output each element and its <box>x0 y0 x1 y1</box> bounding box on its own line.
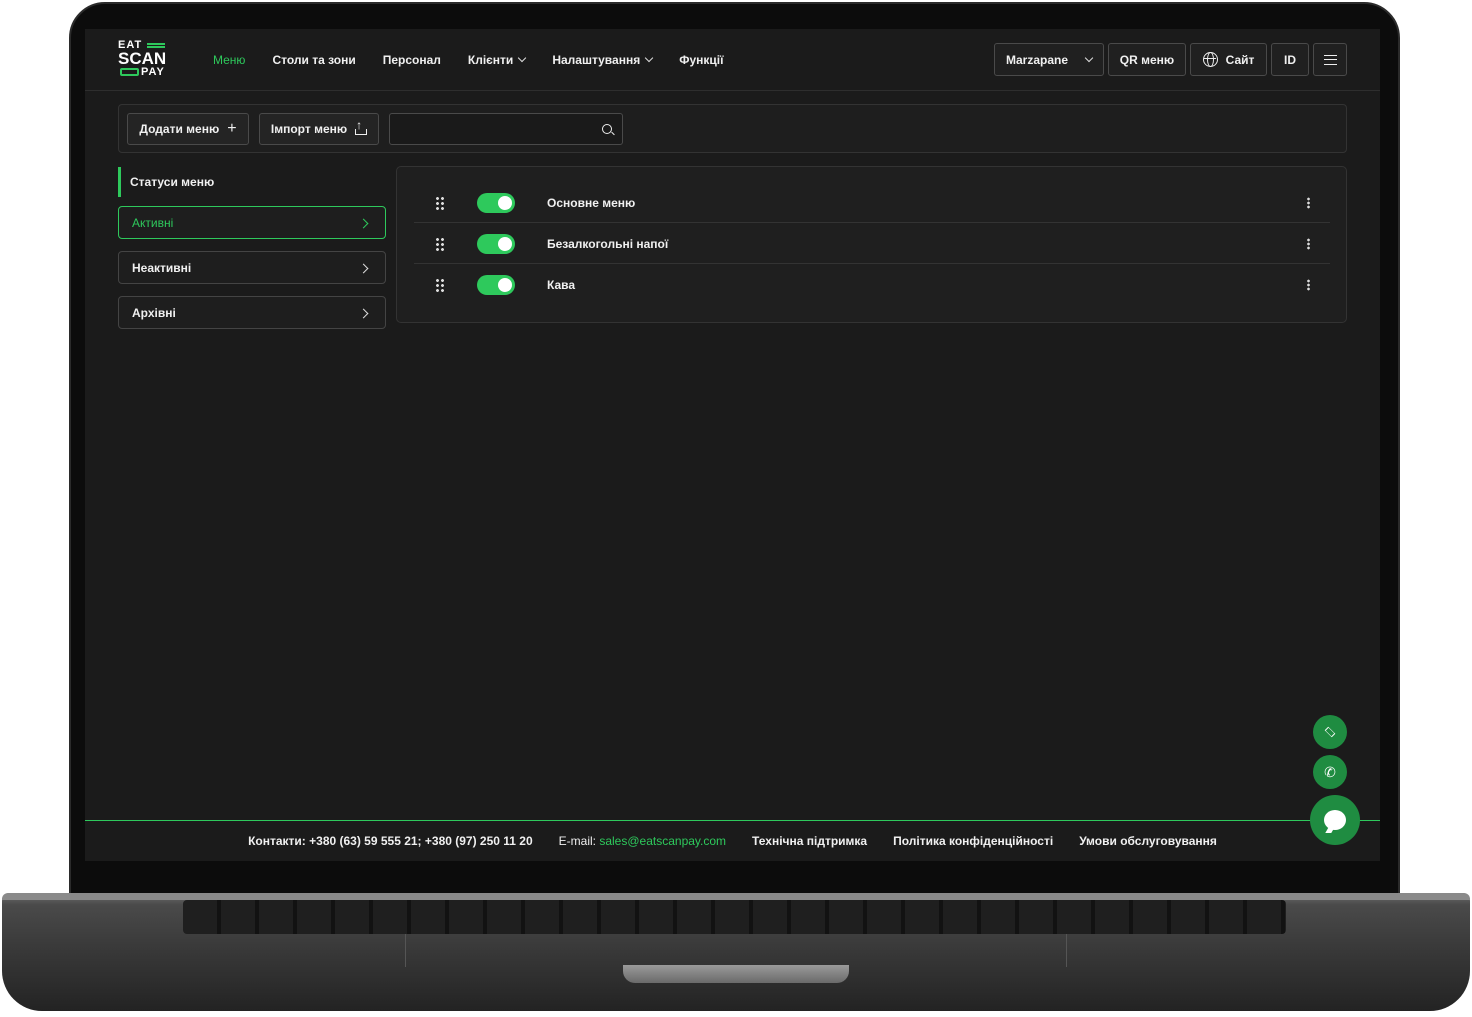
hamburger-icon <box>1323 54 1337 65</box>
app-screen: EAT SCAN PAY Меню Столи та зони Персонал… <box>85 29 1380 861</box>
add-menu-button[interactable]: Додати меню + <box>127 113 249 145</box>
site-label: Сайт <box>1225 52 1255 67</box>
laptop-trackpad <box>405 934 1067 967</box>
nav-item-settings[interactable]: Налаштування <box>552 53 654 67</box>
import-menu-label: Імпорт меню <box>270 122 348 136</box>
chat-button[interactable] <box>1310 795 1360 845</box>
menu-name[interactable]: Кава <box>547 278 575 292</box>
id-button[interactable]: ID <box>1271 43 1309 76</box>
more-options-icon[interactable] <box>1307 238 1310 250</box>
chat-bubble-icon <box>1324 810 1346 830</box>
menu-statuses-title: Статуси меню <box>118 167 386 197</box>
chevron-right-icon <box>358 308 369 319</box>
plus-icon: + <box>227 120 237 137</box>
nav-label: Клієнти <box>467 53 514 67</box>
chevron-right-icon <box>358 263 369 274</box>
menu-toolbar: Додати меню + Імпорт меню <box>118 104 1347 153</box>
main-nav: Меню Столи та зони Персонал Клієнти Нала… <box>213 29 750 91</box>
site-button[interactable]: Сайт <box>1190 43 1267 76</box>
laptop-keyboard <box>183 900 1286 934</box>
qr-menu-button[interactable]: QR меню <box>1108 43 1186 76</box>
menu-toggle-switch[interactable] <box>477 275 515 295</box>
search-field[interactable] <box>389 113 623 145</box>
phone-icon: ✆ <box>1324 763 1336 780</box>
logo-fork-icon <box>147 43 165 48</box>
nav-item-tables[interactable]: Столи та зони <box>272 53 355 67</box>
menu-row: Кава <box>414 265 1330 305</box>
footer-terms-link[interactable]: Умови обслуговування <box>1079 834 1217 848</box>
nav-label: Функції <box>679 53 724 67</box>
menu-toggle-switch[interactable] <box>477 193 515 213</box>
footer-email-link[interactable]: sales@eatscanpay.com <box>599 834 726 848</box>
laptop-base-edge <box>2 893 1470 900</box>
footer: Контакти: +380 (63) 59 555 21; +380 (97)… <box>85 820 1380 861</box>
status-label: Активні <box>132 215 174 230</box>
more-options-icon[interactable] <box>1307 197 1310 209</box>
nav-item-functions[interactable]: Функції <box>679 53 723 67</box>
chevron-down-icon <box>1084 53 1094 62</box>
search-icon[interactable] <box>602 124 612 134</box>
nav-label: Меню <box>213 53 246 67</box>
logo-card-icon <box>120 68 139 76</box>
drag-handle-icon[interactable] <box>435 196 444 210</box>
globe-icon <box>1202 52 1218 67</box>
call-button[interactable]: ✆ <box>1313 755 1347 789</box>
menu-name[interactable]: Безалкогольні напої <box>547 237 668 251</box>
status-item-active[interactable]: Активні <box>118 206 386 239</box>
search-input[interactable] <box>390 114 590 144</box>
footer-privacy-link[interactable]: Політика конфіденційності <box>893 834 1053 848</box>
drag-handle-icon[interactable] <box>435 237 444 251</box>
chevron-down-icon <box>644 53 654 63</box>
chevron-right-icon <box>358 218 369 229</box>
laptop-notch <box>623 965 849 983</box>
menu-list-panel: Основне меню Безалкогольні напої Кава <box>396 166 1347 323</box>
graduation-cap-icon <box>1324 728 1336 736</box>
venue-label: Marzapane <box>1005 52 1069 67</box>
nav-label: Налаштування <box>552 53 641 67</box>
nav-item-staff[interactable]: Персонал <box>383 53 441 67</box>
menu-toggle-switch[interactable] <box>477 234 515 254</box>
menu-row: Безалкогольні напої <box>414 224 1330 264</box>
status-item-inactive[interactable]: Неактивні <box>118 251 386 284</box>
tutorial-button[interactable] <box>1313 715 1347 749</box>
chevron-down-icon <box>518 53 527 63</box>
more-options-icon[interactable] <box>1307 279 1310 291</box>
hamburger-menu-button[interactable] <box>1313 43 1347 76</box>
nav-item-clients[interactable]: Клієнти <box>467 53 527 67</box>
menu-row: Основне меню <box>414 183 1330 223</box>
nav-item-menu[interactable]: Меню <box>213 53 245 67</box>
footer-email-label: E-mail: <box>558 834 596 848</box>
footer-contacts: Контакти: +380 (63) 59 555 21; +380 (97)… <box>248 834 533 848</box>
nav-label: Столи та зони <box>272 53 356 67</box>
status-label: Архівні <box>132 305 176 320</box>
drag-handle-icon[interactable] <box>435 278 444 292</box>
venue-select[interactable]: Marzapane <box>994 43 1104 76</box>
nav-label: Персонал <box>382 53 441 67</box>
add-menu-label: Додати меню <box>139 122 220 136</box>
eatscanpay-logo[interactable]: EAT SCAN PAY <box>118 40 170 80</box>
footer-support-link[interactable]: Технічна підтримка <box>752 834 867 848</box>
id-label: ID <box>1284 52 1296 67</box>
menu-name[interactable]: Основне меню <box>547 196 635 210</box>
status-label: Неактивні <box>132 260 192 275</box>
upload-icon <box>355 118 368 135</box>
status-item-archived[interactable]: Архівні <box>118 296 386 329</box>
logo-line-2: SCAN <box>118 49 167 68</box>
logo-line-3: PAY <box>141 66 165 78</box>
import-menu-button[interactable]: Імпорт меню <box>259 113 379 145</box>
laptop-frame: EAT SCAN PAY Меню Столи та зони Персонал… <box>0 0 1472 1017</box>
footer-email: E-mail: sales@eatscanpay.com <box>559 834 726 848</box>
qr-menu-label: QR меню <box>1119 52 1175 67</box>
top-header: EAT SCAN PAY Меню Столи та зони Персонал… <box>85 29 1380 91</box>
